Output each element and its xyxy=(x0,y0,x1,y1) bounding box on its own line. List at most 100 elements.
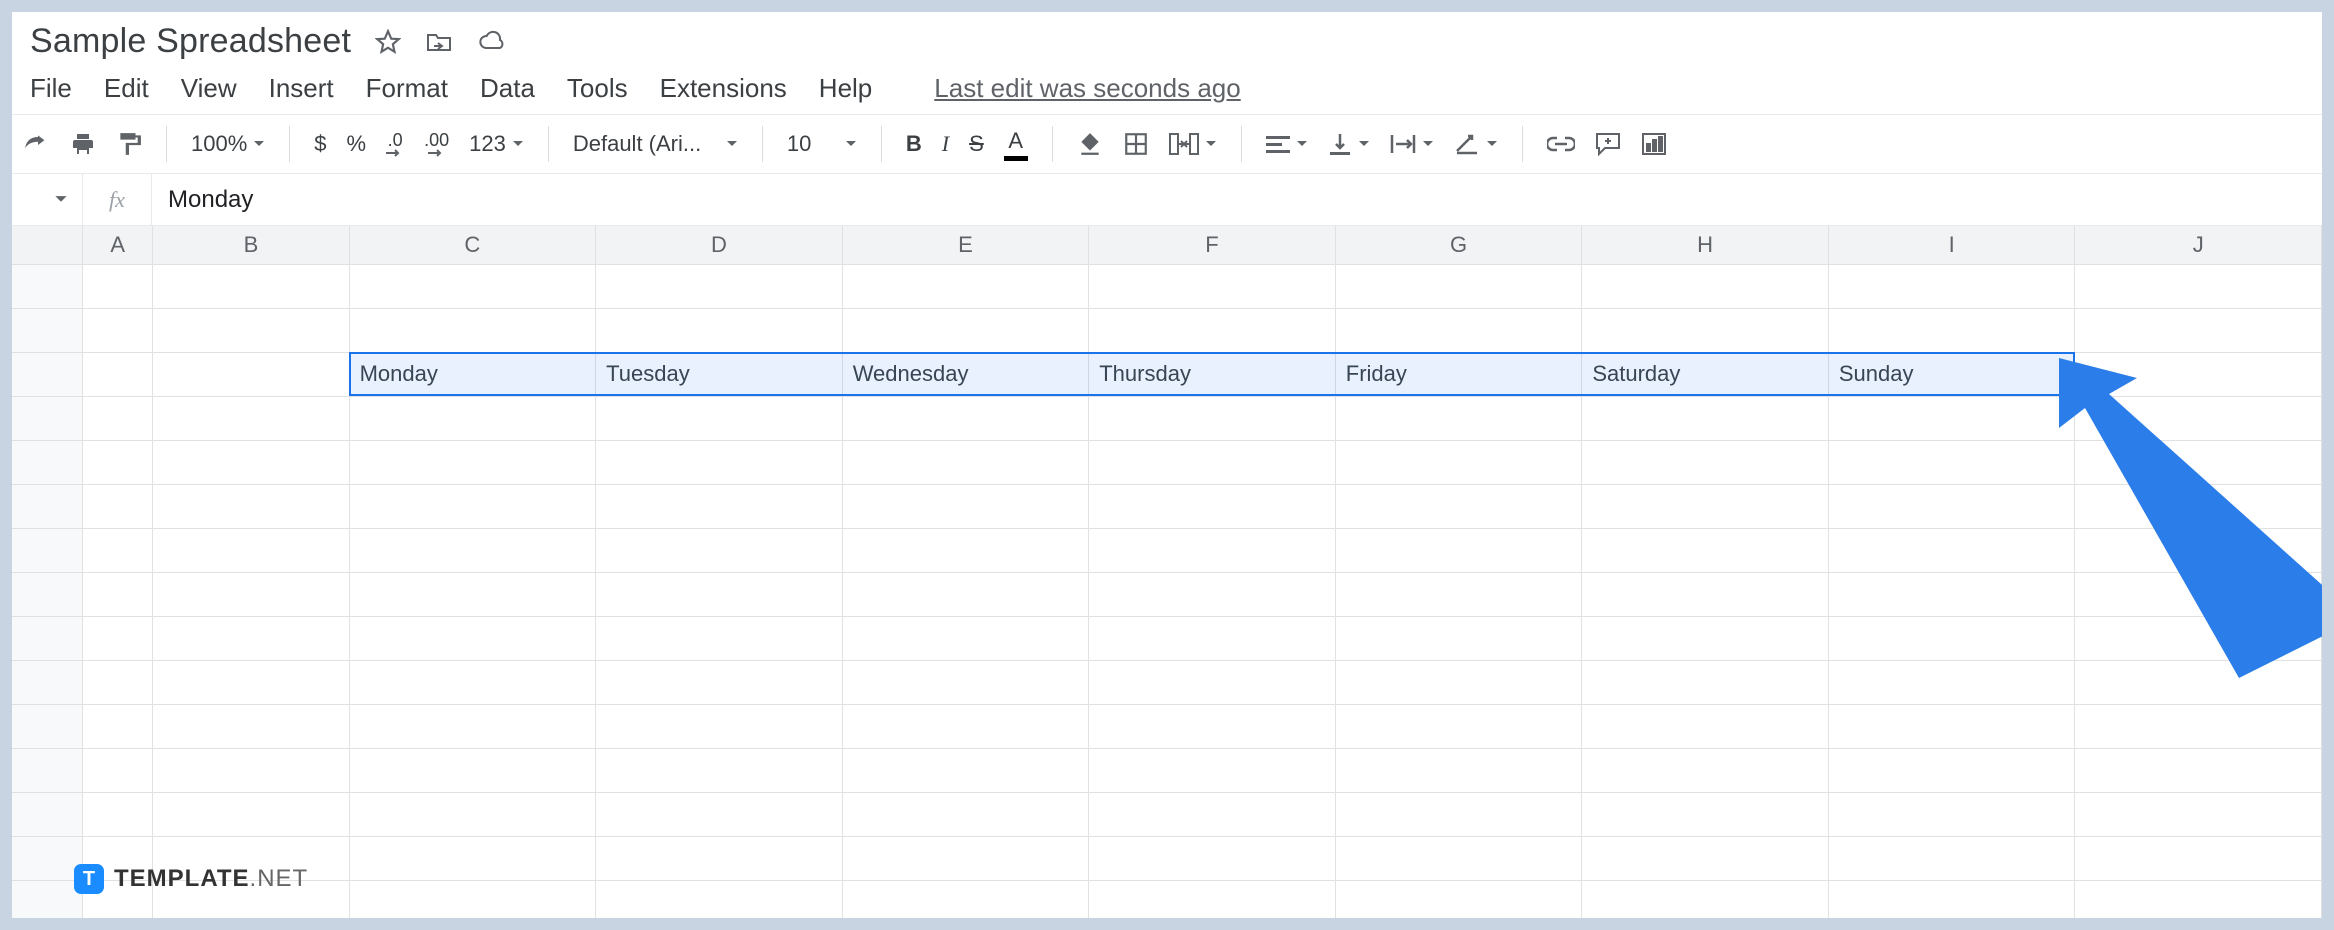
cell[interactable] xyxy=(1335,836,1582,880)
cell[interactable] xyxy=(2075,704,2322,748)
col-header-F[interactable]: F xyxy=(1089,226,1336,264)
cell[interactable] xyxy=(2075,308,2322,352)
menu-view[interactable]: View xyxy=(181,73,237,104)
cell[interactable] xyxy=(1089,484,1336,528)
menu-help[interactable]: Help xyxy=(819,73,872,104)
cell[interactable] xyxy=(842,704,1089,748)
menu-extensions[interactable]: Extensions xyxy=(660,73,787,104)
cell[interactable] xyxy=(2075,572,2322,616)
cell[interactable] xyxy=(2075,748,2322,792)
cell[interactable] xyxy=(349,572,596,616)
cell[interactable] xyxy=(842,264,1089,308)
row-header[interactable] xyxy=(12,528,82,572)
col-header-A[interactable]: A xyxy=(82,226,152,264)
cell[interactable] xyxy=(1335,440,1582,484)
cell[interactable] xyxy=(1582,660,1829,704)
cell[interactable] xyxy=(82,528,152,572)
cell[interactable] xyxy=(153,704,349,748)
cell[interactable] xyxy=(842,748,1089,792)
cell[interactable] xyxy=(1828,440,2075,484)
cell[interactable] xyxy=(2075,660,2322,704)
dec-increase-button[interactable]: .00 xyxy=(414,124,459,164)
col-header-E[interactable]: E xyxy=(842,226,1089,264)
cell[interactable] xyxy=(596,660,843,704)
cell[interactable] xyxy=(349,880,596,918)
cell[interactable] xyxy=(2075,880,2322,918)
star-icon[interactable] xyxy=(375,29,401,55)
cell[interactable] xyxy=(153,352,349,396)
menu-tools[interactable]: Tools xyxy=(567,73,628,104)
cell[interactable] xyxy=(82,704,152,748)
col-header-J[interactable]: J xyxy=(2075,226,2322,264)
cell[interactable] xyxy=(1335,704,1582,748)
cell[interactable] xyxy=(1089,880,1336,918)
comment-icon[interactable] xyxy=(1585,124,1631,164)
formula-input[interactable]: Monday xyxy=(152,186,253,214)
cell[interactable] xyxy=(82,748,152,792)
cell-C3[interactable]: Monday xyxy=(349,352,596,396)
cell[interactable] xyxy=(1335,748,1582,792)
cell[interactable] xyxy=(1582,484,1829,528)
name-box[interactable] xyxy=(12,195,82,204)
cell[interactable] xyxy=(1828,748,2075,792)
cell[interactable] xyxy=(1335,308,1582,352)
move-icon[interactable] xyxy=(425,30,453,54)
cell[interactable] xyxy=(596,264,843,308)
cell[interactable] xyxy=(842,396,1089,440)
cell[interactable] xyxy=(1335,616,1582,660)
cell[interactable] xyxy=(82,792,152,836)
col-header-D[interactable]: D xyxy=(596,226,843,264)
menu-format[interactable]: Format xyxy=(366,73,448,104)
cell[interactable] xyxy=(1089,396,1336,440)
cell[interactable] xyxy=(1828,308,2075,352)
currency-button[interactable]: $ xyxy=(304,124,336,164)
last-edit-link[interactable]: Last edit was seconds ago xyxy=(934,73,1240,104)
cell[interactable] xyxy=(1828,264,2075,308)
cell[interactable] xyxy=(1828,660,2075,704)
cell[interactable] xyxy=(153,484,349,528)
cell[interactable] xyxy=(1582,880,1829,918)
more-formats-button[interactable]: 123 xyxy=(459,124,534,164)
cell-H3[interactable]: Saturday xyxy=(1582,352,1829,396)
cell[interactable] xyxy=(2075,836,2322,880)
wrap-button[interactable] xyxy=(1380,124,1444,164)
cell[interactable] xyxy=(842,660,1089,704)
cell[interactable] xyxy=(349,308,596,352)
cell[interactable] xyxy=(1828,880,2075,918)
cell[interactable] xyxy=(1335,528,1582,572)
row-header[interactable] xyxy=(12,880,82,918)
cell[interactable] xyxy=(1582,616,1829,660)
cell[interactable] xyxy=(1089,792,1336,836)
cell[interactable] xyxy=(153,528,349,572)
cell[interactable] xyxy=(1335,880,1582,918)
cell[interactable] xyxy=(1582,572,1829,616)
row-header[interactable] xyxy=(12,660,82,704)
cell[interactable] xyxy=(1335,396,1582,440)
cell[interactable] xyxy=(1828,792,2075,836)
cell[interactable] xyxy=(82,660,152,704)
cell[interactable] xyxy=(1582,440,1829,484)
cell[interactable] xyxy=(1828,704,2075,748)
document-title[interactable]: Sample Spreadsheet xyxy=(30,22,351,61)
rotate-button[interactable] xyxy=(1444,124,1508,164)
cell[interactable] xyxy=(1582,308,1829,352)
cell[interactable] xyxy=(596,484,843,528)
cell[interactable] xyxy=(349,396,596,440)
cell[interactable] xyxy=(1089,572,1336,616)
link-icon[interactable] xyxy=(1537,124,1585,164)
cell-E3[interactable]: Wednesday xyxy=(842,352,1089,396)
cell[interactable] xyxy=(596,748,843,792)
cell[interactable] xyxy=(82,572,152,616)
col-header-H[interactable]: H xyxy=(1582,226,1829,264)
cell[interactable] xyxy=(596,792,843,836)
cell-F3[interactable]: Thursday xyxy=(1089,352,1336,396)
cell[interactable] xyxy=(596,616,843,660)
grid[interactable]: A B C D E F G H I J Monday xyxy=(12,226,2322,918)
cell-D3[interactable]: Tuesday xyxy=(596,352,843,396)
cell[interactable] xyxy=(349,616,596,660)
select-all-corner[interactable] xyxy=(12,226,82,264)
row-header[interactable] xyxy=(12,616,82,660)
cell[interactable] xyxy=(1335,792,1582,836)
cell[interactable] xyxy=(1335,660,1582,704)
cell[interactable] xyxy=(1582,396,1829,440)
